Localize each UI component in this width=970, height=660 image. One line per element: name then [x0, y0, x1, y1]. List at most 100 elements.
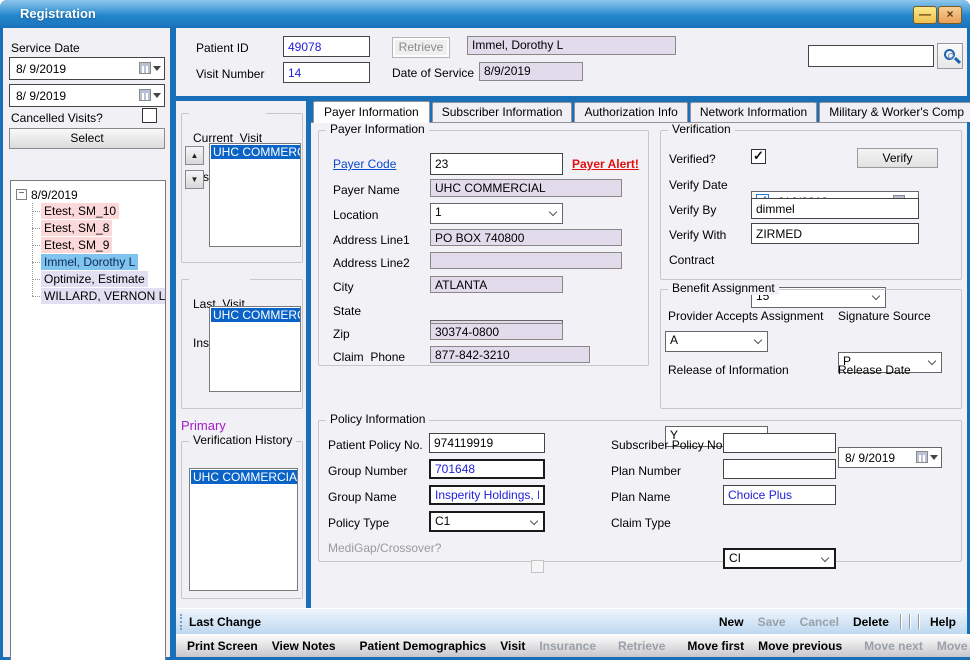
last-change-button[interactable]: Last Change — [189, 615, 261, 629]
verification-group-title: Verification — [668, 123, 735, 136]
verify-by-input[interactable] — [751, 198, 919, 219]
plan-name-input[interactable] — [723, 485, 836, 505]
location-select[interactable]: 1 — [430, 203, 563, 224]
print-screen-button[interactable]: Print Screen — [180, 639, 265, 653]
title-bar: Registration — × — [0, 0, 970, 28]
tree-item: Optimize, Estimate — [41, 271, 165, 288]
plan-number-input[interactable] — [723, 459, 836, 479]
payer-code-input[interactable] — [430, 153, 563, 175]
tab-military-workers-comp[interactable]: Military & Worker's Comp — [819, 102, 970, 122]
service-date-label: Service Date — [11, 41, 80, 55]
list-item[interactable]: UHC COMMERCIAL — [211, 308, 301, 322]
provider-accepts-assignment-select[interactable]: A — [665, 331, 768, 352]
provider-accepts-assignment-label: Provider Accepts Assignment — [668, 309, 823, 323]
city-label: City — [333, 280, 354, 294]
chevron-down-icon — [530, 517, 538, 525]
medigap-checkbox — [531, 560, 544, 573]
tab-authorization-info[interactable]: Authorization Info — [574, 102, 687, 122]
payer-information-tabpage: Payer Information Payer Code Payer Alert… — [311, 123, 967, 608]
verified-checkbox[interactable] — [751, 149, 766, 164]
verification-history-group: Verification History UHC COMMERCIAL — [181, 441, 303, 599]
select-button[interactable]: Select — [9, 128, 165, 149]
retrieve-button[interactable]: Retrieve — [392, 37, 450, 58]
chevron-down-icon[interactable] — [153, 93, 161, 98]
service-date-to-picker[interactable]: 8/ 9/2019 — [9, 84, 165, 107]
service-date-from-picker[interactable]: 8/ 9/2019 — [9, 57, 165, 80]
zip-label: Zip — [333, 327, 350, 341]
last-insurance-listbox: UHC COMMERCIAL — [209, 306, 301, 392]
cancelled-visits-checkbox[interactable] — [142, 108, 157, 123]
date-of-service-field: 8/9/2019 — [479, 62, 583, 81]
verify-with-label: Verify With — [669, 228, 726, 242]
visit-button[interactable]: Visit — [493, 639, 532, 653]
toolbar-grip[interactable] — [180, 614, 183, 630]
patient-name-field: Immel, Dorothy L — [467, 36, 676, 55]
payer-alert-link[interactable]: Payer Alert! — [572, 157, 639, 171]
tree-root-date[interactable]: 8/9/2019 — [31, 188, 78, 202]
delete-button[interactable]: Delete — [846, 615, 896, 629]
payer-name-label: Payer Name — [333, 183, 400, 197]
group-name-label: Group Name — [328, 490, 397, 504]
calendar-icon — [139, 62, 151, 74]
address-line1-label: Address Line1 — [333, 233, 410, 247]
claim-type-label: Claim Type — [611, 516, 671, 530]
chevron-down-icon[interactable] — [153, 66, 161, 71]
payer-code-link[interactable]: Payer Code — [333, 157, 396, 171]
move-first-button[interactable]: Move first — [680, 639, 751, 653]
visit-number-input[interactable] — [283, 62, 370, 83]
tree-item: Etest, SM_9 — [41, 237, 165, 254]
subscriber-policy-label: Subscriber Policy No. — [611, 438, 726, 452]
tab-network-information[interactable]: Network Information — [690, 102, 817, 122]
date-of-service-label: Date of Service — [392, 66, 474, 80]
move-insurance-down-button[interactable]: ▼ — [185, 170, 204, 189]
verify-by-label: Verify By — [669, 203, 716, 217]
calendar-icon — [139, 89, 151, 101]
insurance-button[interactable]: Insurance — [532, 639, 603, 653]
group-number-input[interactable] — [429, 459, 545, 479]
tab-payer-information[interactable]: Payer Information — [313, 101, 430, 123]
tab-subscriber-information[interactable]: Subscriber Information — [432, 102, 573, 122]
visit-number-label: Visit Number — [196, 67, 264, 81]
patient-demographics-button[interactable]: Patient Demographics — [353, 639, 494, 653]
signature-source-label: Signature Source — [838, 309, 931, 323]
tree-collapse-icon[interactable]: − — [16, 189, 27, 200]
search-button[interactable] — [937, 43, 963, 69]
view-notes-button[interactable]: View Notes — [265, 639, 343, 653]
release-date-label: Release Date — [838, 363, 911, 377]
move-last-button[interactable]: Move last — [930, 639, 970, 653]
subscriber-policy-input[interactable] — [723, 433, 836, 453]
payer-information-group-title: Payer Information — [326, 123, 429, 136]
service-date-from-value: 8/ 9/2019 — [16, 62, 66, 76]
release-of-information-label: Release of Information — [668, 363, 789, 377]
benefit-assignment-group-title: Benefit Assignment — [668, 282, 779, 295]
search-input[interactable] — [808, 45, 934, 67]
patient-id-input[interactable] — [283, 36, 370, 57]
list-item[interactable]: UHC COMMERCIAL — [211, 145, 301, 159]
address-line2-label: Address Line2 — [333, 256, 410, 270]
group-name-input[interactable] — [429, 485, 545, 505]
list-item[interactable]: UHC COMMERCIAL — [191, 470, 298, 484]
new-button[interactable]: New — [712, 615, 751, 629]
tree-item: Etest, SM_8 — [41, 220, 165, 237]
claim-phone-label: Claim Phone — [333, 350, 405, 364]
minimize-icon[interactable]: — — [913, 6, 937, 24]
policy-type-select[interactable]: C1 — [429, 511, 545, 532]
verify-button[interactable]: Verify — [857, 148, 938, 168]
close-icon[interactable]: × — [938, 6, 962, 24]
save-button[interactable]: Save — [751, 615, 793, 629]
retrieve-toolbar-button[interactable]: Retrieve — [611, 639, 672, 653]
policy-information-group-title: Policy Information — [326, 413, 429, 426]
cancel-button[interactable]: Cancel — [793, 615, 846, 629]
patient-policy-label: Patient Policy No. — [328, 438, 423, 452]
verify-with-input[interactable] — [751, 223, 919, 244]
move-insurance-up-button[interactable]: ▲ — [185, 146, 204, 165]
plan-number-label: Plan Number — [611, 464, 681, 478]
move-previous-button[interactable]: Move previous — [751, 639, 849, 653]
help-button[interactable]: Help — [923, 615, 963, 629]
contract-label: Contract — [669, 253, 714, 267]
claim-type-select[interactable]: CI — [723, 548, 836, 569]
patient-policy-input[interactable] — [429, 433, 545, 453]
registration-window: Registration — × Service Date 8/ 9/2019 … — [0, 0, 970, 660]
move-next-button[interactable]: Move next — [857, 639, 930, 653]
patient-id-label: Patient ID — [196, 41, 249, 55]
